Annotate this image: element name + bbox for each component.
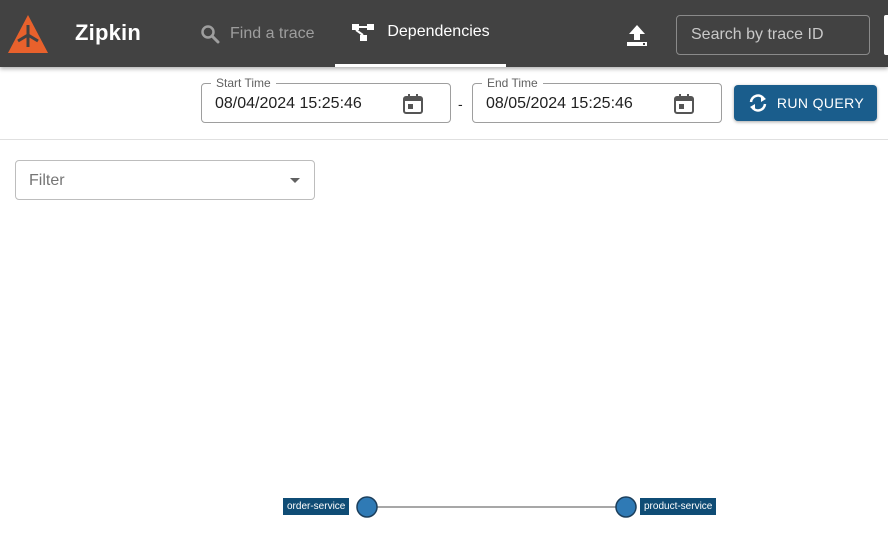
nav-dependencies[interactable]: Dependencies (335, 0, 506, 67)
end-time-label: End Time (482, 75, 543, 91)
calendar-icon[interactable] (402, 93, 424, 115)
zipkin-logo-icon[interactable] (6, 13, 50, 57)
end-time-field[interactable]: End Time 08/05/2024 15:25:46 (472, 75, 722, 123)
node-label-order-service[interactable]: order-service (283, 498, 350, 515)
nav-dependencies-label: Dependencies (387, 23, 490, 40)
graph-network-icon (352, 24, 375, 41)
dependency-graph-canvas (356, 496, 637, 518)
end-time-value[interactable]: 08/05/2024 15:25:46 (486, 95, 633, 113)
chevron-down-icon[interactable] (290, 178, 300, 183)
refresh-icon (749, 94, 767, 112)
dependency-graph: order-service product-service (0, 210, 888, 557)
node-label-product-service[interactable]: product-service (640, 498, 717, 515)
search-icon (201, 24, 220, 43)
graph-node-product-service[interactable] (615, 496, 637, 518)
calendar-icon[interactable] (673, 93, 695, 115)
header-edge-element (884, 15, 888, 55)
filter-placeholder: Filter (29, 172, 65, 189)
graph-node-order-service[interactable] (356, 496, 378, 518)
query-bar: Start Time 08/04/2024 15:25:46 - End Tim… (0, 67, 888, 140)
run-query-label: RUN QUERY (776, 95, 865, 111)
service-filter-select[interactable]: Filter (15, 160, 315, 200)
run-query-button[interactable]: RUN QUERY (734, 85, 877, 121)
brand-title[interactable]: Zipkin (75, 20, 141, 46)
start-time-label: Start Time (211, 75, 276, 91)
start-time-field[interactable]: Start Time 08/04/2024 15:25:46 (201, 75, 451, 123)
upload-icon[interactable] (624, 22, 650, 48)
start-time-value[interactable]: 08/04/2024 15:25:46 (215, 95, 362, 113)
nav-find-trace-label: Find a trace (230, 24, 315, 42)
app-header: Zipkin Find a trace Dependencies (0, 0, 888, 67)
trace-id-search-input[interactable] (676, 15, 870, 55)
nav-find-trace[interactable]: Find a trace (200, 0, 314, 67)
date-range-separator: - (458, 96, 463, 112)
